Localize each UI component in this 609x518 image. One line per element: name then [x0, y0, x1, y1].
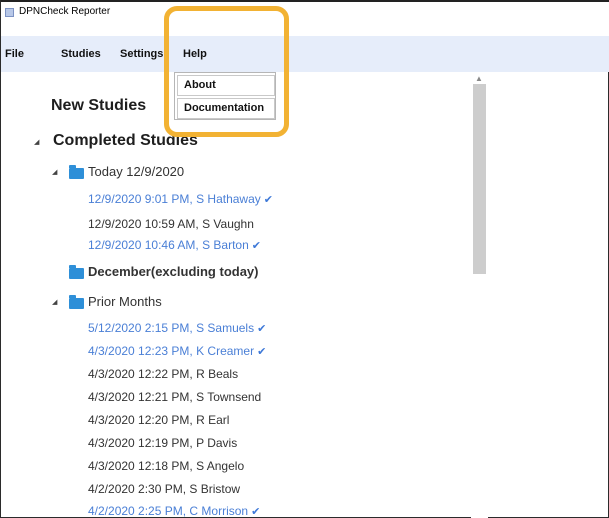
list-item[interactable]: 4/3/2020 12:20 PM, R Earl — [88, 413, 229, 427]
list-item[interactable]: 4/2/2020 2:25 PM, C Morrison ✔ — [88, 504, 260, 518]
reviewed-check-icon: ✔ — [251, 506, 261, 518]
study-label: 4/3/2020 12:22 PM, R Beals — [88, 367, 239, 381]
list-item[interactable]: 4/3/2020 12:22 PM, R Beals — [88, 367, 238, 381]
study-label: 5/12/2020 2:15 PM, S Samuels — [88, 321, 255, 335]
list-item[interactable]: 12/9/2020 10:59 AM, S Vaughn — [88, 217, 254, 231]
menu-studies[interactable]: Studies — [61, 48, 101, 60]
list-item[interactable]: 5/12/2020 2:15 PM, S Samuels ✔ — [88, 321, 266, 335]
study-label: 4/3/2020 12:21 PM, S Townsend — [88, 390, 262, 404]
list-item[interactable]: 12/9/2020 10:46 AM, S Barton ✔ — [88, 238, 261, 252]
highlight-outline — [164, 6, 289, 137]
study-label: 12/9/2020 10:59 AM, S Vaughn — [88, 217, 254, 231]
study-label: 4/2/2020 2:25 PM, C Morrison — [88, 504, 249, 518]
study-label: 4/3/2020 12:18 PM, S Angelo — [88, 459, 245, 473]
app-window: DPNCheck Reporter File Studies Settings … — [0, 0, 609, 518]
window-title: DPNCheck Reporter — [19, 6, 111, 17]
menu-bar: File Studies Settings Help — [1, 36, 609, 72]
list-item[interactable]: 4/2/2020 2:30 PM, S Bristow — [88, 482, 240, 496]
folder-icon — [69, 295, 84, 309]
list-item[interactable]: 4/3/2020 12:23 PM, K Creamer ✔ — [88, 344, 266, 358]
study-label: 4/3/2020 12:19 PM, P Davis — [88, 436, 238, 450]
list-item[interactable]: 4/3/2020 12:19 PM, P Davis — [88, 436, 237, 450]
scroll-up-icon[interactable]: ▲ — [475, 74, 483, 83]
folder-icon — [69, 265, 84, 279]
collapse-caret-icon[interactable]: ◢ — [52, 298, 57, 306]
reviewed-check-icon: ✔ — [251, 240, 261, 252]
app-icon — [5, 8, 14, 17]
reviewed-check-icon: ✔ — [257, 323, 267, 335]
list-item[interactable]: 4/3/2020 12:18 PM, S Angelo — [88, 459, 244, 473]
collapse-caret-icon[interactable]: ◢ — [52, 168, 57, 176]
study-label: 4/2/2020 2:30 PM, S Bristow — [88, 482, 241, 496]
study-label: 12/9/2020 9:01 PM, S Hathaway — [88, 192, 261, 206]
reviewed-check-icon: ✔ — [263, 194, 273, 206]
study-label: 12/9/2020 10:46 AM, S Barton — [88, 238, 249, 252]
collapse-caret-icon[interactable]: ◢ — [34, 138, 39, 146]
study-label: 4/3/2020 12:23 PM, K Creamer — [88, 344, 255, 358]
folder-icon — [69, 165, 84, 179]
folder-december[interactable]: December(excluding today) — [88, 264, 259, 279]
folder-prior-months[interactable]: Prior Months — [88, 294, 162, 309]
study-label: 4/3/2020 12:20 PM, R Earl — [88, 413, 230, 427]
list-item[interactable]: 4/3/2020 12:21 PM, S Townsend — [88, 390, 261, 404]
vertical-scrollbar[interactable]: ▲ — [471, 72, 488, 518]
title-bar: DPNCheck Reporter — [1, 0, 609, 36]
menu-settings[interactable]: Settings — [120, 48, 163, 60]
list-item[interactable]: 12/9/2020 9:01 PM, S Hathaway ✔ — [88, 192, 273, 206]
folder-today[interactable]: Today 12/9/2020 — [88, 164, 184, 179]
reviewed-check-icon: ✔ — [257, 346, 267, 358]
new-studies-node[interactable]: New Studies — [51, 97, 146, 115]
study-tree: New Studies ◢ Completed Studies ◢ Today … — [1, 72, 471, 518]
menu-file[interactable]: File — [5, 48, 24, 60]
scroll-thumb[interactable] — [473, 84, 486, 274]
